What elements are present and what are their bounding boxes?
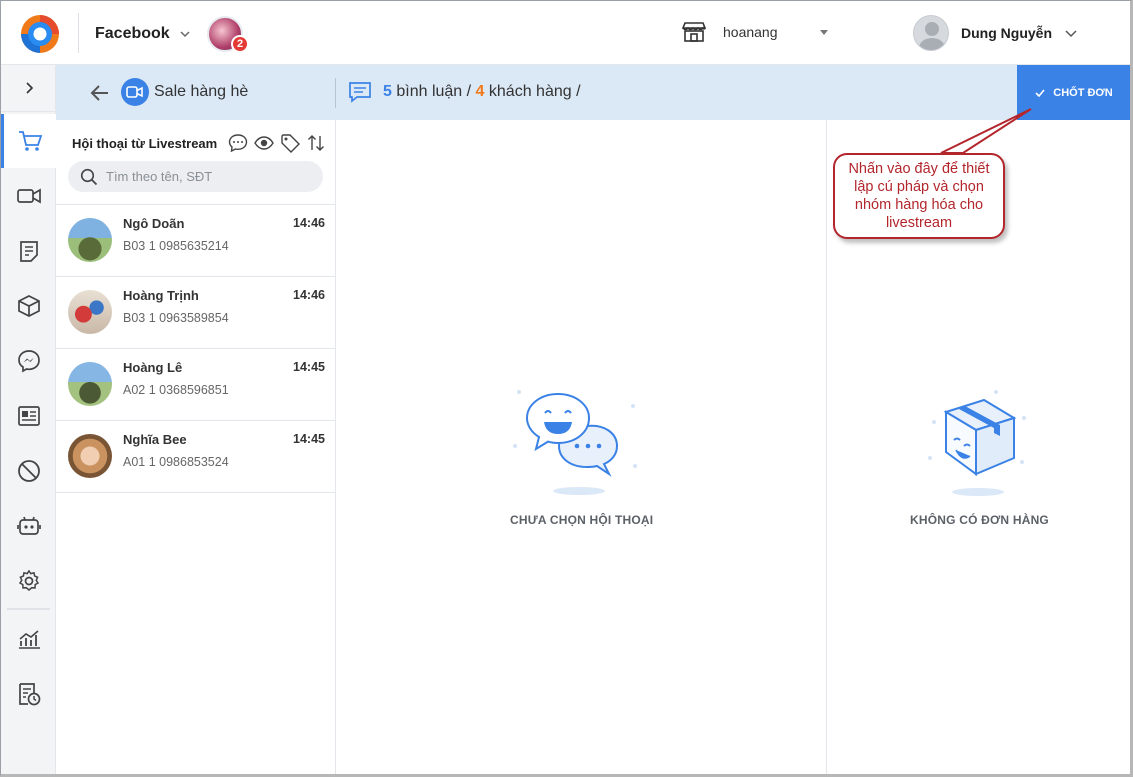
empty-box-illustration [928, 390, 1026, 496]
nav-products[interactable] [1, 279, 56, 333]
video-icon [16, 188, 41, 204]
livestream-stats: 5 bình luận / 4 khách hàng / [383, 83, 581, 101]
hint-callout-text: Nhấn vào đây để thiết lập cú pháp và chọ… [848, 161, 990, 231]
avatar [68, 218, 112, 262]
nav-history[interactable] [1, 667, 56, 721]
caret-down-icon [819, 29, 828, 35]
cart-icon [19, 131, 43, 151]
comment-icon [349, 82, 371, 103]
nav-livestream[interactable] [1, 169, 56, 223]
chat-panel: CHƯA CHỌN HỘI THOẠI [336, 120, 827, 774]
chevron-down-icon [1065, 30, 1077, 38]
rail-divider [7, 608, 50, 610]
nav-blacklist[interactable] [1, 444, 56, 498]
conversation-item[interactable]: Nghĩa Bee A01 1 0986853524 14:45 [56, 421, 335, 493]
nav-messenger[interactable] [1, 334, 56, 388]
eye-icon[interactable] [254, 133, 274, 153]
comment-count-label: bình luận / [396, 83, 472, 100]
messenger-icon [17, 350, 40, 373]
tag-icon[interactable] [280, 133, 300, 153]
sort-icon[interactable] [306, 133, 326, 153]
app-logo[interactable] [19, 13, 61, 55]
avatar [68, 362, 112, 406]
order-info: A01 1 0986853524 [123, 455, 229, 469]
customer-name: Ngô Doãn [123, 216, 185, 231]
nav-chatbot[interactable] [1, 499, 56, 553]
livestream-header: Sale hàng hè 5 bình luận / 4 khách hàng … [56, 65, 1130, 120]
message-time: 14:45 [293, 360, 325, 374]
bot-icon [16, 516, 41, 535]
block-icon [17, 460, 40, 482]
nav-sales[interactable] [1, 114, 56, 168]
left-nav-rail [1, 65, 56, 774]
chevron-down-icon [180, 31, 190, 38]
message-time: 14:46 [293, 288, 325, 302]
app-window: Facebook 2 hoanang Dung Nguyễn Sale hàng… [0, 0, 1133, 777]
conversation-panel-title: Hội thoại từ Livestream [72, 136, 218, 151]
customer-name: Hoàng Lê [123, 360, 183, 375]
user-name: Dung Nguyễn [961, 25, 1052, 41]
customer-count: 4 [475, 83, 485, 100]
platform-selector[interactable]: Facebook [95, 25, 192, 43]
customer-count-label: khách hàng / [488, 83, 581, 100]
store-selector[interactable]: hoanang [681, 21, 828, 43]
contact-card-icon [17, 406, 40, 426]
chart-icon [18, 630, 40, 649]
order-info: A02 1 0368596851 [123, 383, 229, 397]
close-order-label: CHỐT ĐƠN [1053, 86, 1113, 99]
store-name: hoanang [723, 24, 778, 40]
conversation-item[interactable]: Hoàng Trịnh B03 1 0963589854 14:46 [56, 277, 335, 349]
comment-count: 5 [383, 83, 392, 100]
topbar-divider [78, 13, 79, 53]
expand-rail-button[interactable] [1, 65, 56, 112]
hint-callout: Nhấn vào đây để thiết lập cú pháp và chọ… [833, 153, 1005, 239]
back-arrow-icon[interactable] [88, 81, 112, 105]
comment-filter-icon[interactable] [228, 133, 248, 153]
order-info: B03 1 0963589854 [123, 311, 229, 325]
search-input[interactable] [106, 169, 306, 184]
avatar [68, 290, 112, 334]
platform-label: Facebook [95, 25, 170, 42]
search-icon [80, 168, 98, 185]
header-divider [335, 78, 336, 108]
empty-order-label: KHÔNG CÓ ĐƠN HÀNG [910, 513, 1049, 527]
order-info: B03 1 0985635214 [123, 239, 229, 253]
customer-name: Nghĩa Bee [123, 432, 187, 447]
nav-customers[interactable] [1, 389, 56, 443]
nav-analytics[interactable] [1, 612, 56, 666]
store-icon [681, 22, 707, 42]
nav-settings[interactable] [1, 554, 56, 608]
message-time: 14:45 [293, 432, 325, 446]
conversation-tools [228, 133, 326, 153]
livestream-title: Sale hàng hè [154, 83, 249, 100]
message-time: 14:46 [293, 216, 325, 230]
conversation-panel: Hội thoại từ Livestream Tìm theo tên, SĐ… [56, 120, 336, 774]
chevron-right-icon [25, 82, 33, 94]
user-avatar [913, 15, 949, 51]
top-bar: Facebook 2 hoanang Dung Nguyễn [1, 1, 1130, 65]
gear-icon [18, 569, 39, 591]
conversation-search [68, 161, 323, 192]
box-icon [17, 295, 40, 317]
note-icon [19, 241, 38, 262]
avatar [68, 434, 112, 478]
user-menu[interactable]: Dung Nguyễn [913, 15, 1078, 51]
conversation-item[interactable]: Ngô Doãn B03 1 0985635214 14:46 [56, 205, 335, 277]
close-order-button[interactable]: CHỐT ĐƠN [1017, 65, 1130, 120]
nav-orders[interactable] [1, 224, 56, 278]
livestream-video-icon [121, 78, 149, 106]
conversation-item[interactable]: Hoàng Lê A02 1 0368596851 14:45 [56, 349, 335, 421]
conversation-list: Ngô Doãn B03 1 0985635214 14:46 Hoàng Tr… [56, 204, 335, 493]
check-icon [1035, 88, 1045, 97]
customer-name: Hoàng Trịnh [123, 288, 199, 303]
notification-badge: 2 [231, 35, 249, 53]
empty-chat-label: CHƯA CHỌN HỘI THOẠI [510, 513, 654, 527]
chat-bubbles-illustration [513, 390, 637, 495]
report-clock-icon [18, 683, 40, 706]
